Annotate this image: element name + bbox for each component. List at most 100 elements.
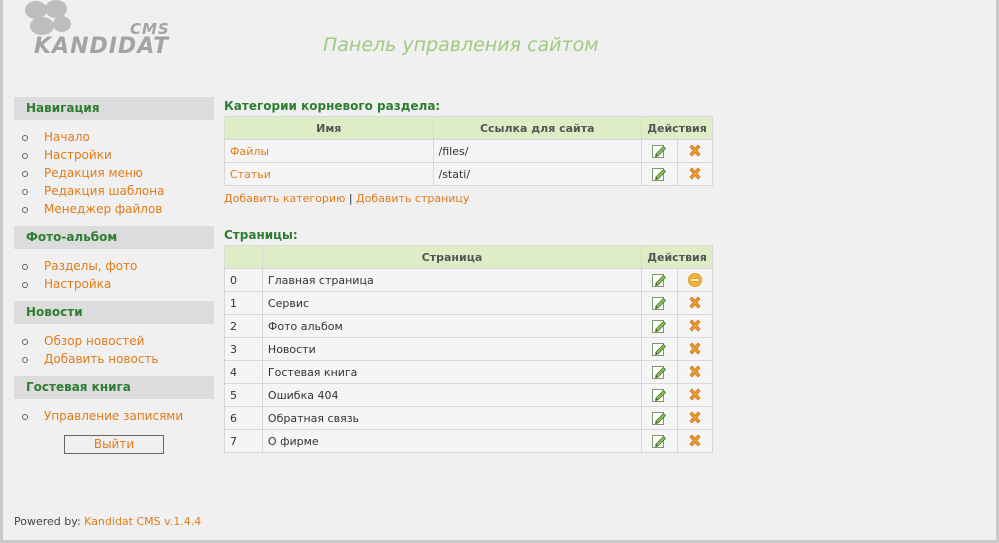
delete-x-icon[interactable] — [687, 166, 703, 182]
sidebar-item-news-overview[interactable]: Обзор новостей — [44, 334, 144, 348]
category-url-cell: /files/ — [432, 139, 643, 163]
add-category-link[interactable]: Добавить категорию — [224, 192, 345, 205]
delete-x-icon[interactable] — [687, 364, 703, 380]
edit-pencil-icon[interactable] — [651, 364, 667, 380]
page-name-cell: О фирме — [261, 429, 643, 453]
page-id-cell: 3 — [224, 337, 263, 361]
delete-x-icon[interactable] — [687, 341, 703, 357]
table-row: 6 Обратная связь — [224, 406, 713, 430]
logo-name-text: KANDIDAT — [34, 34, 170, 59]
sidebar-item-photo-sections[interactable]: Разделы, фото — [44, 259, 137, 273]
sidebar-guestbook-list: Управление записями — [14, 399, 214, 433]
edit-pencil-icon[interactable] — [651, 295, 667, 311]
edit-cell — [641, 291, 678, 315]
sidebar-section-photo-album-title: Фото-альбом — [14, 226, 214, 249]
list-item: Начало — [22, 128, 214, 146]
table-header-row: Страница Действия — [224, 245, 713, 269]
sidebar-item-menu-editor[interactable]: Редакция меню — [44, 166, 143, 180]
delete-cell — [676, 429, 713, 453]
edit-cell — [641, 406, 678, 430]
edit-pencil-icon[interactable] — [651, 341, 667, 357]
pages-table: Страница Действия 0 Главная страница 1 Серв… — [224, 245, 713, 453]
delete-cell — [676, 314, 713, 338]
page-name-cell: Новости — [261, 337, 643, 361]
page-name-cell: Сервис — [261, 291, 643, 315]
delete-x-icon[interactable] — [687, 433, 703, 449]
category-name-cell: Статьи — [224, 162, 434, 186]
sidebar-item-settings[interactable]: Настройки — [44, 148, 112, 162]
column-header-link: Ссылка для сайта — [432, 116, 643, 140]
pages-body: 0 Главная страница 1 Сервис 2 Фото альбом 3 Нов… — [224, 268, 713, 453]
edit-cell — [641, 337, 678, 361]
edit-pencil-icon[interactable] — [651, 318, 667, 334]
page-id-cell: 1 — [224, 291, 263, 315]
page-id-cell: 5 — [224, 383, 263, 407]
edit-pencil-icon[interactable] — [651, 166, 667, 182]
column-header-id — [224, 245, 263, 269]
no-entry-icon — [687, 272, 703, 288]
pages-title: Страницы: — [224, 228, 298, 242]
delete-cell — [676, 383, 713, 407]
sidebar-item-photo-settings[interactable]: Настройка — [44, 277, 111, 291]
separator: | — [348, 192, 353, 205]
edit-pencil-icon[interactable] — [651, 410, 667, 426]
delete-x-icon[interactable] — [687, 410, 703, 426]
add-page-link[interactable]: Добавить страницу — [356, 192, 469, 205]
table-row: 5 Ошибка 404 — [224, 383, 713, 407]
column-header-actions: Действия — [641, 116, 713, 140]
main-content: Категории корневого раздела: Имя Ссылка … — [224, 97, 714, 453]
logout-button[interactable]: Выйти — [64, 435, 164, 454]
edit-pencil-icon[interactable] — [651, 143, 667, 159]
edit-cell — [641, 383, 678, 407]
table-row: 3 Новости — [224, 337, 713, 361]
delete-cell — [676, 406, 713, 430]
column-header-actions: Действия — [641, 245, 713, 269]
sidebar-section-news-title: Новости — [14, 301, 214, 324]
delete-x-icon[interactable] — [687, 295, 703, 311]
edit-cell — [641, 360, 678, 384]
list-item: Управление записями — [22, 407, 214, 425]
category-name-cell: Файлы — [224, 139, 434, 163]
edit-pencil-icon[interactable] — [651, 387, 667, 403]
table-header-row: Имя Ссылка для сайта Действия — [224, 116, 713, 140]
sidebar-item-manage-entries[interactable]: Управление записями — [44, 409, 183, 423]
delete-cell — [676, 162, 713, 186]
sidebar: Навигация Начало Настройки Редакция меню… — [14, 97, 214, 454]
list-item: Редакция шаблона — [22, 182, 214, 200]
table-row: Статьи /stati/ — [224, 162, 713, 186]
column-header-name: Имя — [224, 116, 434, 140]
edit-cell — [641, 268, 678, 292]
delete-x-icon[interactable] — [687, 387, 703, 403]
sidebar-item-add-news[interactable]: Добавить новость — [44, 352, 158, 366]
table-row: 0 Главная страница — [224, 268, 713, 292]
powered-link[interactable]: Kandidat CMS v.1.4.4 — [84, 515, 201, 528]
delete-cell — [676, 291, 713, 315]
page-name-cell: Фото альбом — [261, 314, 643, 338]
edit-pencil-icon[interactable] — [651, 433, 667, 449]
table-row: Файлы /files/ — [224, 139, 713, 163]
page-id-cell: 7 — [224, 429, 263, 453]
sidebar-item-file-manager[interactable]: Менеджер файлов — [44, 202, 162, 216]
edit-pencil-icon[interactable] — [651, 272, 667, 288]
page-id-cell: 6 — [224, 406, 263, 430]
sidebar-section-navigation-title: Навигация — [14, 97, 214, 120]
list-item: Менеджер файлов — [22, 200, 214, 218]
category-link[interactable]: Файлы — [230, 145, 269, 158]
column-header-page: Страница — [261, 245, 643, 269]
table-row: 7О фирме — [224, 429, 713, 453]
list-item: Настройка — [22, 275, 214, 293]
page-id-cell: 0 — [224, 268, 263, 292]
sidebar-item-home[interactable]: Начало — [44, 130, 90, 144]
sidebar-item-template-editor[interactable]: Редакция шаблона — [44, 184, 164, 198]
category-url-cell: /stati/ — [432, 162, 643, 186]
page-name-cell: Обратная связь — [261, 406, 643, 430]
table-row: 1 Сервис — [224, 291, 713, 315]
page-title: Панель управления сайтом — [323, 34, 599, 56]
powered-label: Powered by: — [14, 515, 81, 528]
edit-cell — [641, 314, 678, 338]
delete-cell — [676, 139, 713, 163]
category-link[interactable]: Статьи — [230, 168, 271, 181]
delete-x-icon[interactable] — [687, 143, 703, 159]
list-item: Разделы, фото — [22, 257, 214, 275]
delete-x-icon[interactable] — [687, 318, 703, 334]
